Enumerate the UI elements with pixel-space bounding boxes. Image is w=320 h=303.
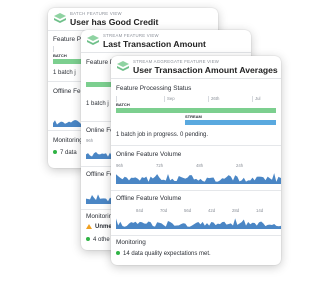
- online-volume-section: Online Feature Volume 96h 72h 48h 24h: [111, 147, 281, 191]
- card-subtitle: STREAM AGGREGATE FEATURE VIEW: [133, 59, 220, 64]
- volume-area: [116, 218, 281, 229]
- processing-status-text: 1 batch j: [86, 101, 109, 107]
- section-title: Feature P: [53, 36, 82, 43]
- section-title: Offline Fe: [86, 171, 114, 178]
- section-title: Monitoring: [53, 137, 83, 144]
- processing-axis: Sep 26th Jul: [116, 96, 276, 103]
- axis-tick: 70d: [160, 208, 168, 213]
- card-header: STREAM AGGREGATE FEATURE VIEW User Trans…: [111, 56, 281, 79]
- feature-view-icon: [54, 13, 66, 23]
- axis-tick: 84d: [136, 208, 144, 213]
- axis-tick: 42d: [208, 208, 216, 213]
- batch-label: BATCH: [116, 102, 130, 107]
- offline-volume-section: Offline Feature Volume 84d 70d 56d 42d 2…: [111, 192, 281, 236]
- offline-axis: 84d 70d 56d 42d 28d 14d: [116, 208, 276, 215]
- batch-timeline-bar: [116, 108, 276, 113]
- card-header: BATCH FEATURE VIEW User has Good Credit: [48, 8, 218, 31]
- section-title: Offline Feature Volume: [116, 195, 182, 202]
- online-volume-sparkline: [116, 173, 281, 184]
- axis-tick: 48h: [196, 163, 204, 168]
- section-title: Online Feature Volume: [116, 151, 182, 158]
- axis-tick: 72h: [156, 163, 164, 168]
- card-subtitle: BATCH FEATURE VIEW: [70, 11, 122, 16]
- feature-view-icon: [87, 35, 99, 45]
- monitoring-section: Monitoring 14 data quality expectations …: [111, 237, 281, 265]
- axis-tick: 14d: [256, 208, 264, 213]
- monitoring-status: 14 data quality expectations met.: [116, 251, 211, 257]
- volume-area: [116, 173, 281, 184]
- status-ok-icon: [86, 237, 90, 242]
- card-title: Last Transaction Amount: [103, 39, 206, 49]
- status-ok-icon: [116, 251, 120, 256]
- online-axis: 96h 72h 48h 24h: [116, 163, 276, 170]
- section-title: Feature Processing Status: [116, 85, 192, 92]
- section-title: Feature P: [86, 59, 115, 66]
- processing-status-text: 1 batch j: [53, 70, 76, 76]
- monitoring-status: 4 othe: [86, 237, 110, 243]
- card-title: User has Good Credit: [70, 17, 159, 27]
- axis-tick: 26th: [211, 96, 220, 101]
- section-title: Monitorin: [86, 213, 113, 220]
- status-ok-icon: [53, 150, 57, 155]
- batch-label: BATCH: [53, 53, 67, 58]
- axis-tick: 96h: [86, 138, 94, 143]
- feature-view-icon: [117, 61, 129, 71]
- section-title: Monitoring: [116, 239, 146, 246]
- axis-tick: Jul: [255, 96, 261, 101]
- axis-tick: 56d: [184, 208, 192, 213]
- feature-processing-section: Feature Processing Status Sep 26th Jul B…: [111, 80, 281, 146]
- section-title: Offline Fe: [53, 88, 81, 95]
- warning-icon: [86, 224, 92, 229]
- processing-status-text: 1 batch job in progress. 0 pending.: [116, 132, 209, 138]
- stream-label: STREAM: [185, 114, 202, 119]
- monitoring-warning: Unme: [86, 224, 112, 230]
- axis-tick: 28d: [232, 208, 240, 213]
- card-title: User Transaction Amount Averages: [133, 65, 278, 75]
- card-subtitle: STREAM FEATURE VIEW: [103, 33, 159, 38]
- axis-tick: 24h: [236, 163, 244, 168]
- card-header: STREAM FEATURE VIEW Last Transaction Amo…: [81, 30, 251, 53]
- axis-tick: 96h: [116, 163, 124, 168]
- monitoring-status: 7 data: [53, 150, 77, 156]
- axis-tick: Sep: [167, 96, 175, 101]
- stream-timeline-bar: [185, 120, 276, 125]
- section-title: Online Fe: [86, 127, 114, 134]
- offline-volume-sparkline: [116, 218, 281, 229]
- stream-aggregate-feature-view-card[interactable]: STREAM AGGREGATE FEATURE VIEW User Trans…: [111, 56, 281, 265]
